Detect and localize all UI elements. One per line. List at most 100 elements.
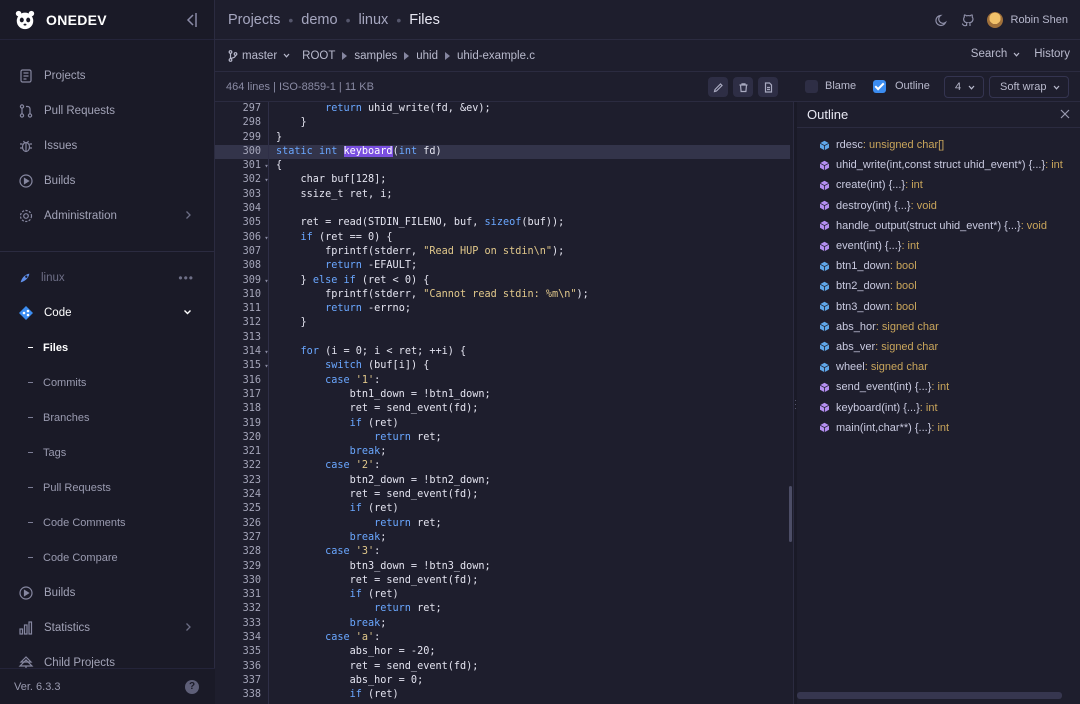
code-line[interactable]: 333 break; <box>215 617 790 631</box>
edit-button[interactable] <box>708 77 728 97</box>
moon-icon[interactable] <box>934 13 949 27</box>
highlighted-symbol[interactable]: keyboard <box>343 145 393 157</box>
code-line[interactable]: 300 static int keyboard(int fd) <box>215 144 790 160</box>
code-line[interactable]: 318 ret = send_event(fd); <box>215 402 790 416</box>
code-line[interactable]: 305 ret = read(STDIN_FILENO, buf, sizeof… <box>215 216 790 230</box>
outline-item[interactable]: wheel : signed char <box>797 357 1080 377</box>
code-line[interactable]: 322 case '2': <box>215 459 790 473</box>
code-line[interactable]: 336 ret = send_event(fd); <box>215 660 790 674</box>
code-line[interactable]: 334 case 'a': <box>215 631 790 645</box>
code-line[interactable]: 301 ▾ { <box>215 159 790 173</box>
code-line[interactable]: 316 case '1': <box>215 374 790 388</box>
code-line[interactable]: 304 <box>215 202 790 216</box>
code-line[interactable]: 310 fprintf(stderr, "Cannot read stdin: … <box>215 288 790 302</box>
line-number[interactable]: 328 <box>215 545 261 559</box>
user-name[interactable]: Robin Shen <box>1011 14 1069 26</box>
line-number[interactable]: 306 <box>215 231 261 245</box>
code-line[interactable]: 337 abs_hor = 0; <box>215 674 790 688</box>
sidebar-subitem-files[interactable]: Files <box>0 330 214 365</box>
code-scrollbar[interactable] <box>789 486 792 542</box>
code-line[interactable]: 323 btn2_down = !btn2_down; <box>215 474 790 488</box>
outline-item[interactable]: btn3_down : bool <box>797 297 1080 317</box>
sidebar-subitem-code-comments[interactable]: Code Comments <box>0 505 214 540</box>
line-number[interactable]: 336 <box>215 660 261 674</box>
more-icon[interactable]: ••• <box>178 271 194 285</box>
code-line[interactable]: 308 return -EFAULT; <box>215 259 790 273</box>
code-line[interactable]: 335 abs_hor = -20; <box>215 645 790 659</box>
code-line[interactable]: 321 break; <box>215 445 790 459</box>
line-number[interactable]: 324 <box>215 488 261 502</box>
search-dropdown[interactable]: Search <box>971 48 1020 60</box>
code-line[interactable]: 309 ▾ } else if (ret < 0) { <box>215 274 790 288</box>
line-number[interactable]: 323 <box>215 474 261 488</box>
view-raw-button[interactable] <box>758 77 778 97</box>
line-number[interactable]: 311 <box>215 302 261 316</box>
code-line[interactable]: 314 ▾ for (i = 0; i < ret; ++i) { <box>215 345 790 359</box>
code-line[interactable]: 338 if (ret) <box>215 688 790 702</box>
line-number[interactable]: 325 <box>215 502 261 516</box>
fold-toggle-icon[interactable]: ▾ <box>261 274 272 288</box>
code-line[interactable]: 298 } <box>215 116 790 130</box>
outline-item[interactable]: abs_ver : signed char <box>797 337 1080 357</box>
fold-toggle-icon[interactable]: ▾ <box>261 345 272 359</box>
outline-item[interactable]: event(int) {...} : int <box>797 236 1080 256</box>
fold-toggle-icon[interactable]: ▾ <box>261 159 272 173</box>
fold-toggle-icon[interactable]: ▾ <box>261 359 272 373</box>
line-number[interactable]: 316 <box>215 374 261 388</box>
avatar[interactable] <box>986 12 1003 28</box>
code-line[interactable]: 319 if (ret) <box>215 417 790 431</box>
line-number[interactable]: 303 <box>215 188 261 202</box>
outline-item[interactable]: abs_hor : signed char <box>797 317 1080 337</box>
line-number[interactable]: 297 <box>215 102 261 116</box>
line-number[interactable]: 301 <box>215 159 261 173</box>
sidebar-item-pull-requests[interactable]: Pull Requests <box>0 93 214 128</box>
line-number[interactable]: 329 <box>215 560 261 574</box>
breadcrumb-projects[interactable]: Projects <box>228 12 280 28</box>
code-line[interactable]: 332 return ret; <box>215 602 790 616</box>
code-viewer[interactable]: 297 return uhid_write(fd, &ev); 298 } 299}… <box>215 102 790 704</box>
code-line[interactable]: 324 ret = send_event(fd); <box>215 488 790 502</box>
line-number[interactable]: 314 <box>215 345 261 359</box>
line-number[interactable]: 333 <box>215 617 261 631</box>
sidebar-subitem-pull-requests[interactable]: Pull Requests <box>0 470 214 505</box>
sidebar-subitem-code-compare[interactable]: Code Compare <box>0 540 214 575</box>
code-line[interactable]: 327 break; <box>215 531 790 545</box>
code-line[interactable]: 302 ▾ char buf[128]; <box>215 173 790 187</box>
sidebar-subitem-commits[interactable]: Commits <box>0 365 214 400</box>
line-number[interactable]: 300 <box>215 145 261 159</box>
code-line[interactable]: 299} <box>215 131 790 145</box>
line-number[interactable]: 318 <box>215 402 261 416</box>
help-icon[interactable]: ? <box>185 680 199 694</box>
line-number[interactable]: 317 <box>215 388 261 402</box>
code-line[interactable]: 331 if (ret) <box>215 588 790 602</box>
outline-checkbox[interactable] <box>873 80 886 93</box>
outline-item[interactable]: btn2_down : bool <box>797 276 1080 296</box>
code-line[interactable]: 325 if (ret) <box>215 502 790 516</box>
code-line[interactable]: 297 return uhid_write(fd, &ev); <box>215 102 790 116</box>
github-icon[interactable] <box>961 13 975 27</box>
path-segment-file[interactable]: uhid-example.c <box>457 50 535 62</box>
line-number[interactable]: 319 <box>215 417 261 431</box>
outline-item[interactable]: destroy(int) {...} : void <box>797 196 1080 216</box>
code-line[interactable]: 315 ▾ switch (buf[i]) { <box>215 359 790 373</box>
code-line[interactable]: 312 } <box>215 316 790 330</box>
line-number[interactable]: 304 <box>215 202 261 216</box>
line-number[interactable]: 322 <box>215 459 261 473</box>
outline-item[interactable]: main(int,char**) {...} : int <box>797 418 1080 438</box>
wrap-select[interactable]: Soft wrap <box>989 76 1069 98</box>
blame-checkbox[interactable] <box>805 80 818 93</box>
path-segment-uhid[interactable]: uhid <box>416 50 438 62</box>
outline-item[interactable]: create(int) {...} : int <box>797 175 1080 195</box>
line-number[interactable]: 298 <box>215 116 261 130</box>
outline-item[interactable]: btn1_down : bool <box>797 256 1080 276</box>
outline-item[interactable]: rdesc : unsigned char[] <box>797 135 1080 155</box>
line-number[interactable]: 337 <box>215 674 261 688</box>
fold-toggle-icon[interactable]: ▾ <box>261 231 272 245</box>
sidebar-item-builds[interactable]: Builds <box>0 163 214 198</box>
sidebar-item-statistics[interactable]: Statistics <box>0 610 214 645</box>
line-number[interactable]: 308 <box>215 259 261 273</box>
code-line[interactable]: 320 return ret; <box>215 431 790 445</box>
outline-item[interactable]: keyboard(int) {...} : int <box>797 397 1080 417</box>
path-segment-root[interactable]: ROOT <box>302 50 335 62</box>
code-line[interactable]: 313 <box>215 331 790 345</box>
